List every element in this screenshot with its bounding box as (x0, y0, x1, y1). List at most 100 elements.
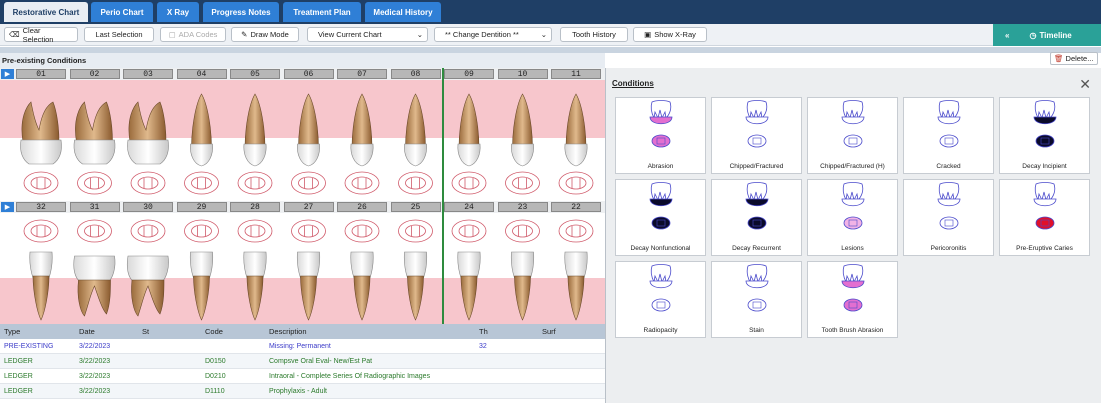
grid-header-code[interactable]: Code (205, 327, 223, 336)
occlusal-view[interactable] (344, 219, 380, 243)
view-current-chart-select[interactable]: View Current Chart ⌄ (307, 27, 428, 42)
occlusal-view[interactable] (451, 171, 487, 195)
tab-restorative-chart[interactable]: Restorative Chart (4, 2, 88, 22)
grid-header-type[interactable]: Type (4, 327, 20, 336)
upper-tooth[interactable] (243, 93, 267, 167)
delete-button[interactable]: 🗑 Delete... (1050, 52, 1098, 65)
condition-card[interactable]: Decay Nonfunctional (615, 179, 706, 256)
tooth-condition-icon (745, 100, 769, 148)
occlusal-view[interactable] (398, 171, 433, 195)
grid-header-tooth[interactable]: Th (479, 327, 488, 336)
procedures-grid: Type Date St Code Description Th Surf PR… (0, 324, 605, 403)
occlusal-view[interactable] (398, 219, 433, 243)
occlusal-view[interactable] (344, 171, 380, 195)
clear-selection-button[interactable]: ⌫ Clear Selection (4, 26, 78, 44)
draw-mode-button[interactable]: ✎ Draw Mode (231, 27, 299, 42)
occlusal-view[interactable] (291, 171, 326, 195)
tab-treatment-plan[interactable]: Treatment Plan (283, 2, 361, 22)
tooth-history-label: Tooth History (572, 30, 616, 39)
grid-header-surface[interactable]: Surf (542, 327, 556, 336)
condition-card[interactable]: Pericoronitis (903, 179, 994, 256)
cell-code: D0150 (205, 357, 226, 365)
occlusal-view[interactable] (23, 219, 59, 243)
occlusal-view[interactable] (184, 219, 219, 243)
occlusal-view[interactable] (237, 219, 273, 243)
occlusal-view[interactable] (237, 171, 273, 195)
table-row[interactable]: PRE-EXISTING 3/22/2023 Missing: Permanent 3… (0, 339, 605, 354)
tab-medical-history[interactable]: Medical History (365, 2, 441, 22)
cell-description: Missing: Permanent (269, 342, 331, 350)
grid-header-description[interactable]: Description (269, 327, 307, 336)
condition-card[interactable]: Cracked (903, 97, 994, 174)
upper-tooth[interactable] (404, 93, 427, 167)
lower-tooth[interactable] (350, 251, 374, 321)
timeline-button[interactable]: « ◷ Timeline (993, 24, 1101, 46)
last-selection-button[interactable]: Last Selection (84, 27, 154, 42)
ada-codes-button[interactable]: ▢ ADA Codes (160, 27, 226, 42)
condition-card[interactable]: Radiopacity (615, 261, 706, 338)
condition-card[interactable]: Pre-Eruptive Caries (999, 179, 1090, 256)
lower-tooth[interactable] (403, 251, 428, 321)
upper-tooth[interactable] (457, 93, 481, 167)
tooth-condition-icon (937, 100, 961, 148)
lower-tooth[interactable] (126, 255, 169, 317)
condition-label: Abrasion (647, 163, 674, 170)
condition-label: Chipped/Fractured (H) (820, 163, 885, 170)
upper-tooth[interactable] (297, 93, 320, 167)
cell-date: 3/22/2023 (79, 357, 111, 365)
close-icon[interactable]: ✕ (1079, 76, 1091, 93)
condition-card[interactable]: Decay Incipient (999, 97, 1090, 174)
condition-card[interactable]: Stain (711, 261, 802, 338)
tab-x-ray[interactable]: X Ray (157, 2, 199, 22)
clock-icon: ◷ (1029, 30, 1037, 40)
change-dentition-select[interactable]: ** Change Dentition ** ⌄ (434, 27, 552, 42)
condition-card[interactable]: Abrasion (615, 97, 706, 174)
upper-tooth[interactable] (350, 93, 374, 167)
occlusal-view[interactable] (23, 171, 59, 195)
occlusal-view[interactable] (184, 171, 219, 195)
show-xray-button[interactable]: ▣ Show X-Ray (633, 27, 707, 42)
tooth-condition-icon (1033, 182, 1057, 230)
occlusal-view[interactable] (77, 171, 112, 195)
occlusal-view[interactable] (130, 219, 166, 243)
lower-tooth[interactable] (243, 251, 267, 321)
table-row[interactable]: LEDGER 3/22/2023 D1110 Prophylaxis - Adult (0, 384, 605, 399)
lower-tooth[interactable] (29, 251, 53, 321)
condition-card[interactable]: Decay Recurrent (711, 179, 802, 256)
condition-card[interactable]: Chipped/Fractured (H) (807, 97, 898, 174)
condition-label: Pericoronitis (930, 245, 967, 252)
grid-header-row: Type Date St Code Description Th Surf (0, 324, 605, 339)
upper-tooth[interactable] (127, 101, 169, 165)
occlusal-view[interactable] (505, 219, 540, 243)
tab-progress-notes[interactable]: Progress Notes (203, 2, 279, 22)
grid-header-status[interactable]: St (142, 327, 149, 336)
lower-tooth[interactable] (510, 251, 535, 321)
occlusal-view[interactable] (130, 171, 166, 195)
upper-tooth[interactable] (20, 101, 62, 165)
condition-label: Chipped/Fractured (729, 163, 784, 170)
lower-tooth[interactable] (564, 251, 588, 321)
upper-tooth[interactable] (190, 93, 213, 167)
occlusal-view[interactable] (558, 171, 594, 195)
table-row[interactable]: LEDGER 3/22/2023 D0150 Compsve Oral Eval- N… (0, 354, 605, 369)
lower-tooth[interactable] (189, 251, 214, 321)
lower-tooth[interactable] (457, 251, 481, 321)
lower-tooth[interactable] (73, 255, 116, 317)
condition-card[interactable]: Chipped/Fractured (711, 97, 802, 174)
occlusal-view[interactable] (77, 219, 112, 243)
occlusal-view[interactable] (505, 171, 540, 195)
table-row[interactable]: LEDGER 3/22/2023 D0210 Intraoral - Complete… (0, 369, 605, 384)
upper-tooth[interactable] (564, 93, 588, 167)
teeth-drawing[interactable] (0, 68, 605, 324)
grid-header-date[interactable]: Date (79, 327, 95, 336)
upper-tooth[interactable] (511, 93, 534, 167)
condition-card[interactable]: Tooth Brush Abrasion (807, 261, 898, 338)
tab-perio-chart[interactable]: Perio Chart (91, 2, 153, 22)
occlusal-view[interactable] (291, 219, 326, 243)
occlusal-view[interactable] (451, 219, 487, 243)
occlusal-view[interactable] (558, 219, 594, 243)
upper-tooth[interactable] (73, 101, 116, 165)
lower-tooth[interactable] (296, 251, 321, 321)
condition-card[interactable]: Lesions (807, 179, 898, 256)
tooth-history-button[interactable]: Tooth History (560, 27, 628, 42)
